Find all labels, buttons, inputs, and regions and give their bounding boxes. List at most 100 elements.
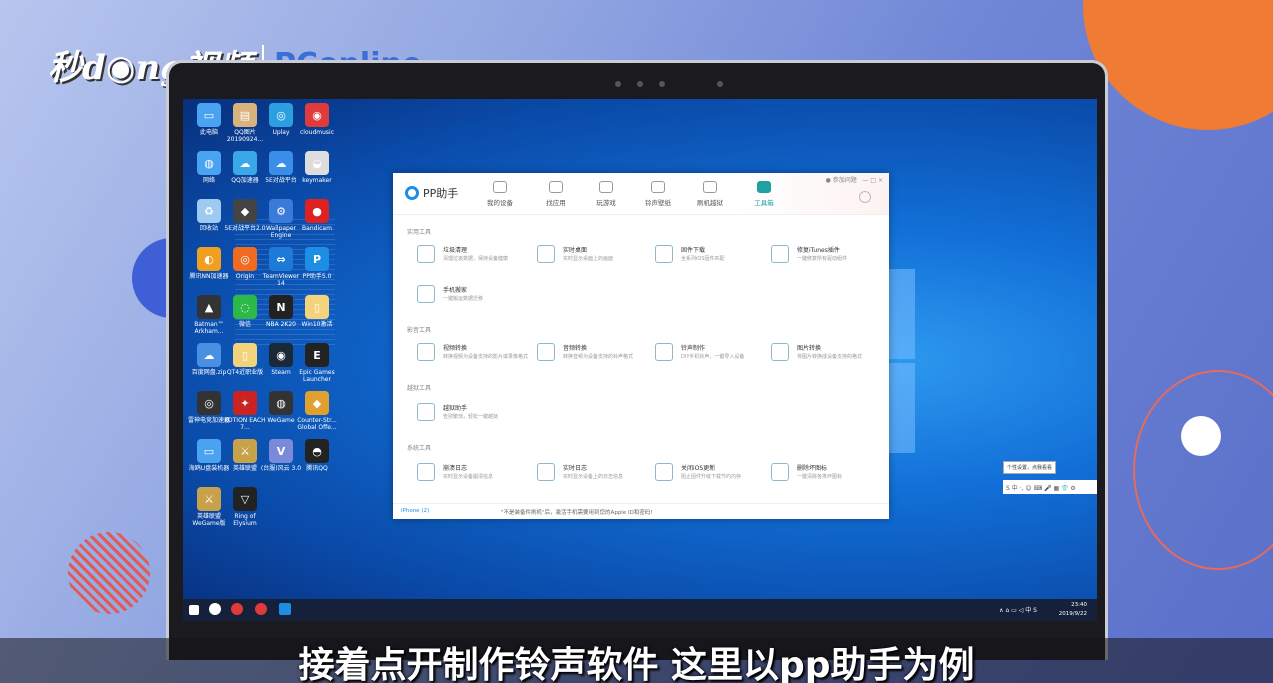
tool-icon <box>537 343 555 361</box>
desktop-screen: ▭ 此电脑 ▤ QQ图片20190924... ◎ Uplay ◉ cloudmusic ◍ 网络… <box>183 99 1097 621</box>
ime-toolbar[interactable]: S 中 ·, ☺ ⌨ 🎤 ▦ 👕 ⚙ <box>1003 480 1097 494</box>
tool-description: 实时显示设备上的日志信息 <box>563 474 624 480</box>
tool-description: 实时显示设备崩溃信息 <box>443 474 494 480</box>
app-icon: N <box>269 295 293 319</box>
clock-time: 23:40 <box>1071 602 1087 608</box>
device-selector[interactable]: iPhone (2) <box>401 508 429 514</box>
tool-name: 图片转换 <box>797 345 822 352</box>
tool-icon <box>655 245 673 263</box>
tool-item[interactable]: 实时桌面 实时显示桌面上的画面 <box>537 243 647 269</box>
desktop-icon[interactable]: ▽ Ring of Elysium <box>223 487 267 527</box>
tool-item[interactable]: 固件下载 全系列iOS固件匹配 <box>655 243 765 269</box>
app-icon: ◎ <box>197 391 221 415</box>
desktop-icon[interactable]: ◉ cloudmusic <box>295 103 339 136</box>
app-icon: ● <box>305 199 329 223</box>
tool-item[interactable]: 越狱助手 告别繁琐，轻松一键越狱 <box>417 401 527 427</box>
desktop-icon[interactable]: ◆ Counter-Str... Global Offe... <box>295 391 339 431</box>
desktop-icon[interactable]: ● Bandicam <box>295 199 339 232</box>
tool-item[interactable]: 图片转换 将图片转换成设备支持的格式 <box>771 341 881 367</box>
desktop-icon[interactable]: ◒ keymaker <box>295 151 339 184</box>
app-icon: ✦ <box>233 391 257 415</box>
pp-taskbar-icon[interactable] <box>279 603 291 615</box>
tool-icon <box>771 245 789 263</box>
app-icon: ◐ <box>197 247 221 271</box>
tool-icon <box>771 463 789 481</box>
tool-description: 全系列iOS固件匹配 <box>681 256 725 262</box>
cloudmusic-taskbar-icon[interactable] <box>255 603 267 615</box>
tool-item[interactable]: 删除坏图标 一键清除各类坏图标 <box>771 461 881 487</box>
tool-name: 垃圾清理 <box>443 247 468 254</box>
pp-tab[interactable]: 铃声壁纸 <box>633 181 683 207</box>
tool-icon <box>417 245 435 263</box>
app-icon: ⚔ <box>233 439 257 463</box>
app-icon: ◆ <box>233 199 257 223</box>
app-icon: ◍ <box>197 151 221 175</box>
app-icon: ▤ <box>233 103 257 127</box>
app-icon: ◍ <box>269 391 293 415</box>
desktop-icon-label: Ring of Elysium <box>233 513 257 527</box>
screen-recorder-icon[interactable] <box>231 603 243 615</box>
tab-label: 铃声壁纸 <box>645 199 671 207</box>
tool-item[interactable]: 实时日志 实时显示设备上的日志信息 <box>537 461 647 487</box>
desktop-icon-label: Bandicam <box>302 225 332 232</box>
system-tray[interactable]: ∧ ⌂ ▭ ◁ 中 S <box>999 605 1037 614</box>
tab-label: 工具箱 <box>754 199 774 207</box>
tool-item[interactable]: 音频转换 转换音频为设备支持的铃声格式 <box>537 341 647 367</box>
desktop-icon-label: cloudmusic <box>300 129 334 136</box>
taskbar: ∧ ⌂ ▭ ◁ 中 S 23:40 2019/9/22 <box>183 599 1097 621</box>
clock[interactable]: 23:40 2019/9/22 <box>1059 601 1087 619</box>
camera-sensor <box>637 81 643 87</box>
desktop-icon[interactable]: ◓ 腾讯QQ <box>295 439 339 472</box>
tool-icon <box>417 285 435 303</box>
tool-description: 转换视频为设备支持的影片或录像格式 <box>443 354 529 360</box>
tool-item[interactable]: 铃声制作 DIY手机铃声，一键导入设备 <box>655 341 765 367</box>
tab-label: 找应用 <box>546 199 566 207</box>
tool-name: 视频转换 <box>443 345 468 352</box>
tool-item[interactable]: 修复iTunes插件 一键修复所有驱动组件 <box>771 243 881 269</box>
tool-item[interactable]: 垃圾清理 清理垃圾数据，保持设备健康 <box>417 243 527 269</box>
desktop-icon[interactable]: ▯ Win10激活 <box>295 295 339 328</box>
desktop-icon-label: Counter-Str... Global Offe... <box>297 417 337 431</box>
tool-icon <box>417 463 435 481</box>
tool-item[interactable]: 视频转换转换视频为设备支持的影片或录像格式 <box>417 341 529 367</box>
desktop-icon-label: 腾讯QQ <box>306 465 328 472</box>
pp-assistant-window: PP助手 我的设备 找应用 玩游戏 铃声壁纸 刷机越狱 工具箱 ● 参加问题 — □ × … <box>393 173 889 519</box>
ime-tooltip: 个性设置，点我看看 <box>1003 461 1057 474</box>
window-control-buttons[interactable]: — □ × <box>862 177 883 184</box>
tool-name: 删除坏图标 <box>797 465 828 472</box>
desktop-icon[interactable]: P PP助手5.0 <box>295 247 339 280</box>
tool-item[interactable]: 手机搬家 一键搬运数据迁移 <box>417 283 527 309</box>
tool-icon <box>537 463 555 481</box>
desktop-icon[interactable]: E Epic Games Launcher <box>295 343 339 383</box>
feedback-link[interactable]: ● 参加问题 <box>826 177 857 184</box>
ime-toolbar-icons[interactable]: S 中 ·, ☺ ⌨ 🎤 ▦ 👕 ⚙ <box>1006 483 1076 492</box>
pp-tab[interactable]: 刷机越狱 <box>685 181 735 207</box>
app-icon: ◎ <box>269 103 293 127</box>
tool-description: DIY手机铃声，一键导入设备 <box>681 354 745 360</box>
window-controls[interactable]: ● 参加问题 — □ × <box>826 175 883 184</box>
decor-white-dot <box>1181 416 1221 456</box>
clock-date: 2019/9/22 <box>1058 611 1087 617</box>
pp-tab[interactable]: 我的设备 <box>475 181 525 207</box>
pp-logo-icon <box>405 186 419 200</box>
camera-sensor <box>615 81 621 87</box>
start-icon[interactable] <box>189 605 199 615</box>
tool-item[interactable]: 崩溃日志 实时显示设备崩溃信息 <box>417 461 527 487</box>
app-icon: ♻ <box>197 199 221 223</box>
app-icon: ◓ <box>305 439 329 463</box>
tab-icon <box>493 181 507 193</box>
download-icon[interactable] <box>859 191 871 203</box>
desktop-icon-label: PP助手5.0 <box>302 273 332 280</box>
search-icon[interactable] <box>209 603 221 615</box>
decor-hatched-circle <box>68 532 150 614</box>
app-icon: ▯ <box>233 343 257 367</box>
tool-description: 一键搬运数据迁移 <box>443 296 484 302</box>
pp-tab[interactable]: 工具箱 <box>739 181 789 207</box>
tool-item[interactable]: 关闭iOS更新 阻止固件升级下载节约内存 <box>655 461 765 487</box>
pp-header: PP助手 我的设备 找应用 玩游戏 铃声壁纸 刷机越狱 工具箱 ● 参加问题 — □ × <box>393 173 889 215</box>
app-icon: ⚙ <box>269 199 293 223</box>
desktop-icon-label: Win10激活 <box>301 321 333 328</box>
pp-tab[interactable]: 找应用 <box>531 181 581 207</box>
pp-tab[interactable]: 玩游戏 <box>581 181 631 207</box>
desktop-icon-label: keymaker <box>302 177 332 184</box>
